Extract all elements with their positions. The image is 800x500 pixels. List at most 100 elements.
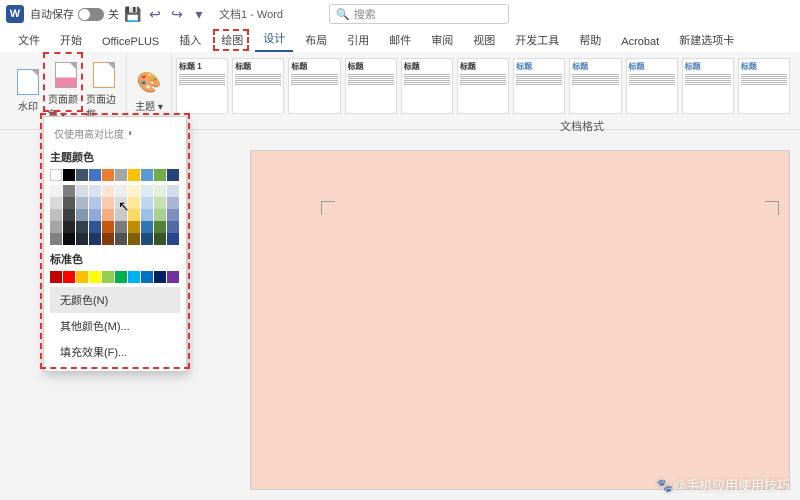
tab-review[interactable]: 审阅	[423, 28, 461, 52]
color-swatch[interactable]	[102, 233, 114, 245]
search-input[interactable]: 🔍 搜索	[329, 4, 509, 24]
color-swatch[interactable]	[167, 221, 179, 233]
watermark-button[interactable]: 水印	[10, 54, 46, 127]
redo-icon[interactable]: ↪	[169, 6, 185, 22]
tab-mailings[interactable]: 邮件	[381, 28, 419, 52]
style-set-card[interactable]: 标题	[569, 58, 621, 114]
save-icon[interactable]: 💾	[125, 6, 141, 22]
color-swatch[interactable]	[89, 209, 101, 221]
color-swatch[interactable]	[154, 271, 166, 283]
color-swatch[interactable]	[128, 233, 140, 245]
style-set-card[interactable]: 标题 1	[176, 58, 228, 114]
tab-home[interactable]: 开始	[52, 28, 90, 52]
color-swatch[interactable]	[128, 221, 140, 233]
style-set-card[interactable]: 标题	[738, 58, 790, 114]
style-set-card[interactable]: 标题	[626, 58, 678, 114]
color-swatch[interactable]	[102, 209, 114, 221]
color-swatch[interactable]	[89, 221, 101, 233]
color-swatch[interactable]	[50, 221, 62, 233]
tab-acrobat[interactable]: Acrobat	[613, 32, 667, 52]
color-swatch[interactable]	[63, 169, 75, 181]
document-formatting-gallery[interactable]: 标题 1标题标题标题标题标题标题标题标题标题标题	[172, 54, 794, 127]
tab-design[interactable]: 设计	[255, 26, 293, 52]
color-swatch[interactable]	[63, 185, 75, 197]
style-set-card[interactable]: 标题	[513, 58, 565, 114]
color-swatch[interactable]	[89, 271, 101, 283]
color-swatch[interactable]	[50, 185, 62, 197]
color-swatch[interactable]	[89, 197, 101, 209]
color-swatch[interactable]	[102, 271, 114, 283]
color-swatch[interactable]	[63, 209, 75, 221]
style-set-card[interactable]: 标题	[682, 58, 734, 114]
color-swatch[interactable]	[141, 185, 153, 197]
color-swatch[interactable]	[76, 197, 88, 209]
tab-insert[interactable]: 插入	[171, 28, 209, 52]
tab-references[interactable]: 引用	[339, 28, 377, 52]
qat-dropdown-icon[interactable]: ▾	[191, 6, 207, 22]
tab-custom[interactable]: 新建选项卡	[671, 28, 742, 52]
color-swatch[interactable]	[115, 209, 127, 221]
color-swatch[interactable]	[63, 271, 75, 283]
color-swatch[interactable]	[63, 221, 75, 233]
color-swatch[interactable]	[50, 197, 62, 209]
color-swatch[interactable]	[154, 209, 166, 221]
undo-icon[interactable]: ↩	[147, 6, 163, 22]
color-swatch[interactable]	[154, 197, 166, 209]
tab-draw[interactable]: 绘图	[213, 28, 251, 52]
color-swatch[interactable]	[76, 233, 88, 245]
color-swatch[interactable]	[128, 169, 140, 181]
color-swatch[interactable]	[141, 169, 153, 181]
color-swatch[interactable]	[154, 233, 166, 245]
color-swatch[interactable]	[50, 209, 62, 221]
color-swatch[interactable]	[102, 169, 114, 181]
color-swatch[interactable]	[167, 185, 179, 197]
color-swatch[interactable]	[154, 169, 166, 181]
color-swatch[interactable]	[141, 221, 153, 233]
color-swatch[interactable]	[167, 209, 179, 221]
color-swatch[interactable]	[102, 185, 114, 197]
color-swatch[interactable]	[167, 197, 179, 209]
color-swatch[interactable]	[115, 271, 127, 283]
tab-file[interactable]: 文件	[10, 28, 48, 52]
color-swatch[interactable]	[63, 233, 75, 245]
style-set-card[interactable]: 标题	[401, 58, 453, 114]
color-swatch[interactable]	[102, 221, 114, 233]
tab-officeplus[interactable]: OfficePLUS	[94, 32, 167, 52]
color-swatch[interactable]	[76, 209, 88, 221]
color-swatch[interactable]	[89, 233, 101, 245]
color-swatch[interactable]	[76, 271, 88, 283]
color-swatch[interactable]	[154, 221, 166, 233]
style-set-card[interactable]: 标题	[457, 58, 509, 114]
color-swatch[interactable]	[128, 185, 140, 197]
color-swatch[interactable]	[115, 169, 127, 181]
document-page[interactable]	[250, 150, 790, 490]
color-swatch[interactable]	[115, 233, 127, 245]
color-swatch[interactable]	[102, 197, 114, 209]
color-swatch[interactable]	[50, 169, 62, 181]
color-swatch[interactable]	[63, 197, 75, 209]
color-swatch[interactable]	[128, 271, 140, 283]
color-swatch[interactable]	[89, 185, 101, 197]
color-swatch[interactable]	[50, 233, 62, 245]
fill-effects-option[interactable]: 填充效果(F)...	[50, 339, 180, 365]
color-swatch[interactable]	[141, 209, 153, 221]
color-swatch[interactable]	[141, 271, 153, 283]
no-color-option[interactable]: 无颜色(N)	[50, 287, 180, 313]
color-swatch[interactable]	[76, 169, 88, 181]
color-swatch[interactable]	[141, 233, 153, 245]
more-colors-option[interactable]: 其他颜色(M)...	[50, 313, 180, 339]
color-swatch[interactable]	[167, 271, 179, 283]
tab-layout[interactable]: 布局	[297, 28, 335, 52]
color-swatch[interactable]	[89, 169, 101, 181]
color-swatch[interactable]	[50, 271, 62, 283]
color-swatch[interactable]	[115, 185, 127, 197]
autosave-toggle[interactable]: 自动保存 关	[30, 6, 119, 22]
toggle-switch-icon[interactable]	[78, 8, 104, 21]
tab-help[interactable]: 帮助	[571, 28, 609, 52]
color-swatch[interactable]	[141, 197, 153, 209]
style-set-card[interactable]: 标题	[345, 58, 397, 114]
tab-developer[interactable]: 开发工具	[507, 28, 567, 52]
color-swatch[interactable]	[167, 169, 179, 181]
color-swatch[interactable]	[128, 209, 140, 221]
color-swatch[interactable]	[167, 233, 179, 245]
